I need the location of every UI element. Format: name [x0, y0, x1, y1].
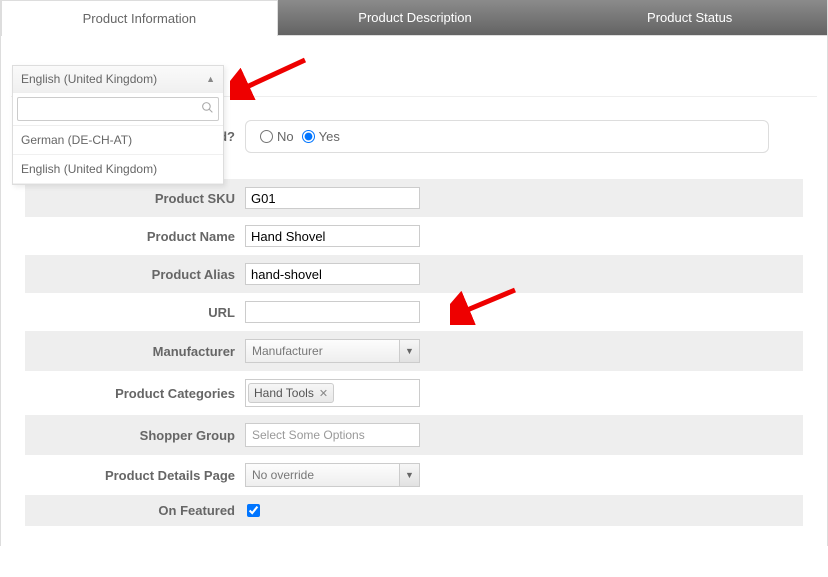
tab-product-description[interactable]: Product Description — [278, 0, 553, 35]
language-option-english-uk[interactable]: English (United Kingdom) — [13, 155, 223, 184]
shopper-group-select[interactable]: Select Some Options — [245, 423, 420, 447]
category-tag-label: Hand Tools — [254, 386, 314, 400]
published-radio-group: No Yes — [245, 120, 769, 153]
row-url: URL — [25, 293, 803, 331]
label-sku: Product SKU — [25, 191, 245, 206]
label-manufacturer: Manufacturer — [25, 344, 245, 359]
shopper-group-placeholder: Select Some Options — [252, 428, 365, 442]
language-selected-label: English (United Kingdom) — [21, 72, 157, 86]
search-icon — [201, 101, 214, 117]
product-categories-tagbox[interactable]: Hand Tools ✕ — [245, 379, 420, 407]
label-product-name: Product Name — [25, 229, 245, 244]
close-icon[interactable]: ✕ — [319, 387, 328, 400]
published-yes-label: Yes — [319, 129, 340, 144]
product-details-page-select[interactable]: No override ▼ — [245, 463, 420, 487]
language-search-row — [13, 93, 223, 126]
chevron-down-icon: ▼ — [399, 464, 419, 486]
manufacturer-select[interactable]: Manufacturer ▼ — [245, 339, 420, 363]
language-option-german[interactable]: German (DE-CH-AT) — [13, 126, 223, 155]
published-yes-radio[interactable] — [302, 130, 315, 143]
product-details-page-value: No override — [246, 468, 399, 482]
category-tag: Hand Tools ✕ — [248, 383, 334, 403]
tab-product-information[interactable]: Product Information — [1, 0, 278, 36]
row-product-details-page: Product Details Page No override ▼ — [25, 455, 803, 495]
label-on-featured: On Featured — [25, 503, 245, 518]
row-product-alias: Product Alias — [25, 255, 803, 293]
row-product-categories: Product Categories Hand Tools ✕ — [25, 371, 803, 415]
row-on-featured: On Featured — [25, 495, 803, 526]
label-shopper-group: Shopper Group — [25, 428, 245, 443]
language-dropdown[interactable]: English (United Kingdom) ▲ German (DE-CH… — [12, 65, 224, 185]
row-product-name: Product Name — [25, 217, 803, 255]
manufacturer-select-value: Manufacturer — [246, 344, 399, 358]
language-selected[interactable]: English (United Kingdom) ▲ — [13, 66, 223, 93]
published-no-radio[interactable] — [260, 130, 273, 143]
row-shopper-group: Shopper Group Select Some Options — [25, 415, 803, 455]
chevron-down-icon: ▼ — [399, 340, 419, 362]
chevron-up-icon: ▲ — [206, 74, 215, 84]
label-product-details-page: Product Details Page — [25, 468, 245, 483]
row-manufacturer: Manufacturer Manufacturer ▼ — [25, 331, 803, 371]
url-input[interactable] — [245, 301, 420, 323]
product-alias-input[interactable] — [245, 263, 420, 285]
on-featured-checkbox[interactable] — [247, 504, 260, 517]
tab-product-status[interactable]: Product Status — [552, 0, 827, 35]
label-url: URL — [25, 305, 245, 320]
language-search-input[interactable] — [22, 100, 201, 118]
tabs-bar: Product Information Product Description … — [1, 0, 827, 36]
published-no-label: No — [277, 129, 294, 144]
product-name-input[interactable] — [245, 225, 420, 247]
sku-input[interactable] — [245, 187, 420, 209]
label-product-alias: Product Alias — [25, 267, 245, 282]
label-product-categories: Product Categories — [25, 386, 245, 401]
